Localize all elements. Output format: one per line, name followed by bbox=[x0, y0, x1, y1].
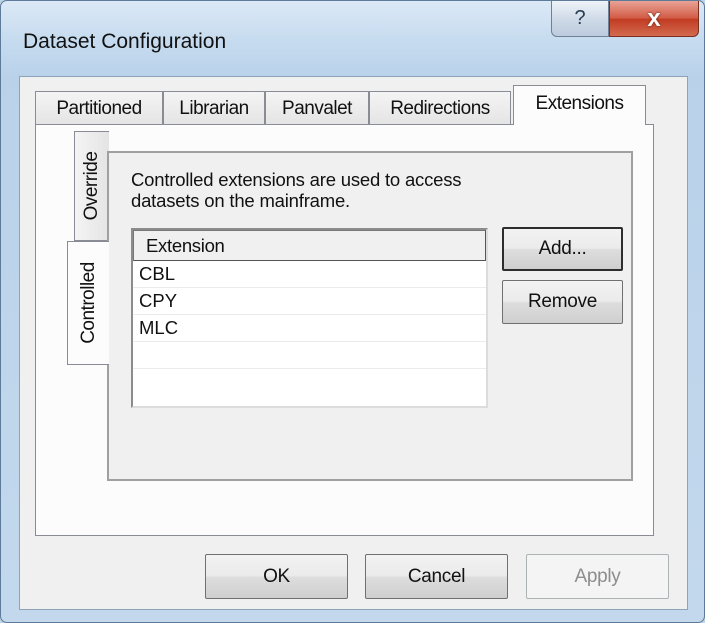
dialog-window: Dataset Configuration ? x Partitioned Li… bbox=[0, 0, 705, 623]
list-item[interactable]: MLC bbox=[133, 315, 486, 342]
extensions-list[interactable]: Extension CBL CPY MLC bbox=[131, 228, 488, 408]
ok-button[interactable]: OK bbox=[205, 554, 348, 599]
description-line: Controlled extensions are used to access bbox=[131, 169, 462, 190]
dialog-client-area: Partitioned Librarian Panvalet Redirecti… bbox=[19, 76, 688, 610]
tab-redirections[interactable]: Redirections bbox=[369, 91, 511, 125]
list-item[interactable]: CPY bbox=[133, 288, 486, 315]
tab-panvalet[interactable]: Panvalet bbox=[265, 91, 369, 125]
remove-button[interactable]: Remove bbox=[502, 280, 623, 324]
extensions-tab-page: Override Controlled Controlled extension… bbox=[35, 124, 654, 536]
list-item[interactable] bbox=[133, 369, 486, 396]
tab-override[interactable]: Override bbox=[74, 131, 109, 241]
list-item[interactable]: CBL bbox=[133, 261, 486, 288]
close-icon: x bbox=[647, 4, 661, 32]
tab-label: Panvalet bbox=[282, 98, 352, 119]
tab-controlled[interactable]: Controlled bbox=[67, 241, 109, 365]
list-item[interactable] bbox=[133, 342, 486, 369]
description-line: datasets on the mainframe. bbox=[131, 190, 350, 211]
controlled-tab-page: Controlled extensions are used to access… bbox=[107, 151, 633, 481]
tab-partitioned[interactable]: Partitioned bbox=[35, 91, 163, 125]
tab-label: Partitioned bbox=[56, 98, 142, 119]
title-bar[interactable]: Dataset Configuration ? x bbox=[1, 1, 704, 76]
tab-label: Librarian bbox=[179, 98, 249, 119]
tab-extensions[interactable]: Extensions bbox=[513, 85, 646, 125]
help-button[interactable]: ? bbox=[551, 1, 609, 37]
tab-label: Redirections bbox=[390, 98, 490, 119]
close-button[interactable]: x bbox=[609, 1, 699, 37]
cancel-button[interactable]: Cancel bbox=[365, 554, 508, 599]
tab-label: Controlled bbox=[77, 262, 99, 344]
add-button[interactable]: Add... bbox=[502, 227, 623, 271]
window-title: Dataset Configuration bbox=[23, 30, 227, 53]
tab-label: Extensions bbox=[535, 93, 624, 114]
tab-librarian[interactable]: Librarian bbox=[163, 91, 265, 125]
help-icon: ? bbox=[574, 7, 586, 29]
description-text: Controlled extensions are used to access… bbox=[131, 169, 551, 211]
tab-label: Override bbox=[81, 151, 102, 221]
column-header-extension[interactable]: Extension bbox=[133, 230, 486, 261]
apply-button[interactable]: Apply bbox=[526, 554, 669, 599]
